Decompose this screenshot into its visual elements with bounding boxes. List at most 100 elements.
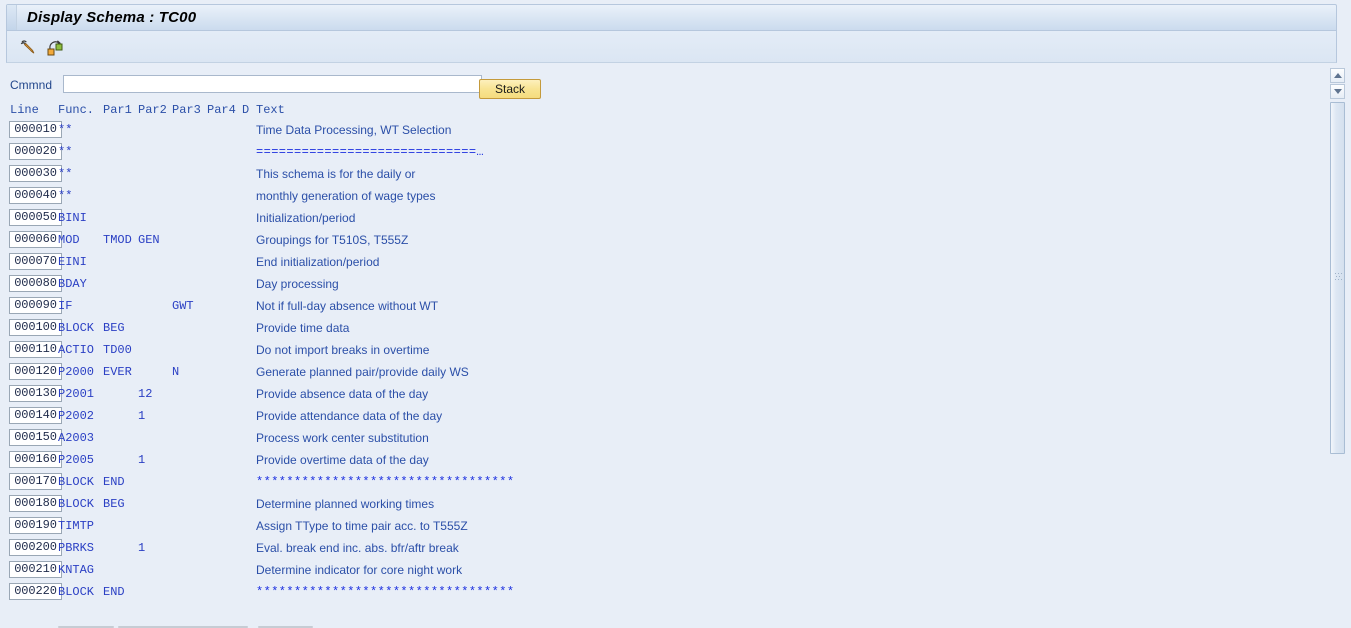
line-number-cell[interactable]: 000200 <box>9 539 62 556</box>
cell-par1: TD00 <box>103 343 132 357</box>
cell-func: ** <box>58 123 73 137</box>
cell-text: Groupings for T510S, T555Z <box>256 233 409 247</box>
table-row[interactable]: 000140 P2002 1 Provide attendance data of t… <box>0 406 1316 428</box>
cell-par1: BEG <box>103 321 125 335</box>
cell-func: ** <box>58 189 73 203</box>
table-row[interactable]: 000220 BLOCK END **************************… <box>0 582 1316 604</box>
table-row[interactable]: 000050 BINI Initialization/period <box>0 208 1316 230</box>
title-bar-accent <box>7 5 17 30</box>
cell-func: P2001 <box>58 387 95 401</box>
line-number-cell[interactable]: 000010 <box>9 121 62 138</box>
cell-func: MOD <box>58 233 80 247</box>
column-header-par3: Par3 <box>172 103 201 117</box>
line-number-cell[interactable]: 000110 <box>9 341 62 358</box>
cell-text: End initialization/period <box>256 255 380 269</box>
table-row[interactable]: 000090 IF GWT Not if full-day absence witho… <box>0 296 1316 318</box>
cell-func: PBRKS <box>58 541 95 555</box>
command-input[interactable] <box>63 75 482 93</box>
cell-func: P2002 <box>58 409 95 423</box>
line-number-cell[interactable]: 000140 <box>9 407 62 424</box>
cell-par3: N <box>172 365 180 379</box>
cell-par2: 1 <box>138 453 146 467</box>
command-row: Cmmnd <box>6 63 1337 101</box>
table-row[interactable]: 000120 P2000 EVER N Generate planned pair/pr… <box>0 362 1316 384</box>
column-header-par2: Par2 <box>138 103 167 117</box>
vertical-scrollbar[interactable] <box>1330 68 1345 624</box>
cell-func: ACTIO <box>58 343 95 357</box>
cell-par2: GEN <box>138 233 160 247</box>
line-number-cell[interactable]: 000050 <box>9 209 62 226</box>
scroll-grip-icon <box>1335 273 1342 280</box>
table-row[interactable]: 000170 BLOCK END **************************… <box>0 472 1316 494</box>
table-row[interactable]: 000190 TIMTP Assign TType to time pair acc… <box>0 516 1316 538</box>
table-row[interactable]: 000150 A2003 Process work center substitut… <box>0 428 1316 450</box>
cell-func: EINI <box>58 255 87 269</box>
cell-func: BLOCK <box>58 321 95 335</box>
table-row[interactable]: 000110 ACTIO TD00 Do not import breaks in o… <box>0 340 1316 362</box>
sap-gui-window: Display Schema : TC00 © www.tutorialkart… <box>0 0 1351 628</box>
line-number-cell[interactable]: 000210 <box>9 561 62 578</box>
cell-text: Initialization/period <box>256 211 356 225</box>
table-row[interactable]: 000160 P2005 1 Provide overtime data of the… <box>0 450 1316 472</box>
line-number-cell[interactable]: 000170 <box>9 473 62 490</box>
cell-text: Not if full-day absence without WT <box>256 299 439 313</box>
line-number-cell[interactable]: 000040 <box>9 187 62 204</box>
table-row[interactable]: 000200 PBRKS 1 Eval. break end inc. abs. bf… <box>0 538 1316 560</box>
line-number-cell[interactable]: 000130 <box>9 385 62 402</box>
line-number-cell[interactable]: 000120 <box>9 363 62 380</box>
scroll-track[interactable] <box>1330 102 1345 624</box>
cell-par2: 1 <box>138 541 146 555</box>
table-row[interactable]: 000210 KNTAG Determine indicator for core … <box>0 560 1316 582</box>
line-number-cell[interactable]: 000150 <box>9 429 62 446</box>
cell-func: P2000 <box>58 365 95 379</box>
cell-text: Do not import breaks in overtime <box>256 343 430 357</box>
line-number-cell[interactable]: 000030 <box>9 165 62 182</box>
line-number-cell[interactable]: 000160 <box>9 451 62 468</box>
table-row[interactable]: 000030 ** This schema is for the daily or <box>0 164 1316 186</box>
cell-func: ** <box>58 145 73 159</box>
table-row[interactable]: 000080 BDAY Day processing <box>0 274 1316 296</box>
table-row[interactable]: 000130 P2001 12 Provide absence data of the… <box>0 384 1316 406</box>
cell-par1: END <box>103 585 125 599</box>
table-row[interactable]: 000020 ** =============================… <box>0 142 1316 164</box>
table-rows: 000010 ** Time Data Processing, WT Selecti… <box>0 120 1316 604</box>
cell-text: Day processing <box>256 277 339 291</box>
cell-func: BINI <box>58 211 87 225</box>
line-number-cell[interactable]: 000220 <box>9 583 62 600</box>
cell-text: Eval. break end inc. abs. bfr/aftr break <box>256 541 459 555</box>
line-number-cell[interactable]: 000090 <box>9 297 62 314</box>
table-column-headers: Line Func. Par1 Par2 Par3 Par4 D Text <box>0 101 1316 119</box>
hierarchy-navigate-icon[interactable] <box>45 37 65 57</box>
stack-button[interactable]: Stack <box>479 79 541 99</box>
page-title: Display Schema : TC00 <box>27 9 197 26</box>
scroll-thumb[interactable] <box>1330 102 1345 454</box>
cell-par1: END <box>103 475 125 489</box>
line-number-cell[interactable]: 000070 <box>9 253 62 270</box>
table-row[interactable]: 000180 BLOCK BEG Determine planned working … <box>0 494 1316 516</box>
cell-par1: EVER <box>103 365 132 379</box>
edit-pencil-icon[interactable] <box>18 37 38 57</box>
command-label: Cmmnd <box>10 78 53 92</box>
line-number-cell[interactable]: 000020 <box>9 143 62 160</box>
table-row[interactable]: 000060 MOD TMOD GEN Groupings for T510S, T55… <box>0 230 1316 252</box>
line-number-cell[interactable]: 000190 <box>9 517 62 534</box>
line-number-cell[interactable]: 000180 <box>9 495 62 512</box>
line-number-cell[interactable]: 000100 <box>9 319 62 336</box>
window-title-bar: Display Schema : TC00 <box>6 4 1337 31</box>
cell-par2: 1 <box>138 409 146 423</box>
table-row[interactable]: 000010 ** Time Data Processing, WT Selecti… <box>0 120 1316 142</box>
line-number-cell[interactable]: 000060 <box>9 231 62 248</box>
chevron-down-icon <box>1334 89 1342 94</box>
line-number-cell[interactable]: 000080 <box>9 275 62 292</box>
cell-text: This schema is for the daily or <box>256 167 416 181</box>
cell-par2: 12 <box>138 387 153 401</box>
cell-func: TIMTP <box>58 519 95 533</box>
table-row[interactable]: 000100 BLOCK BEG Provide time data <box>0 318 1316 340</box>
cell-text: Provide overtime data of the day <box>256 453 429 467</box>
table-row[interactable]: 000070 EINI End initialization/period <box>0 252 1316 274</box>
cell-par1: BEG <box>103 497 125 511</box>
scroll-up-button[interactable] <box>1330 68 1345 83</box>
table-row[interactable]: 000040 ** monthly generation of wage types <box>0 186 1316 208</box>
scroll-down-button[interactable] <box>1330 84 1345 99</box>
cell-func: BLOCK <box>58 475 95 489</box>
